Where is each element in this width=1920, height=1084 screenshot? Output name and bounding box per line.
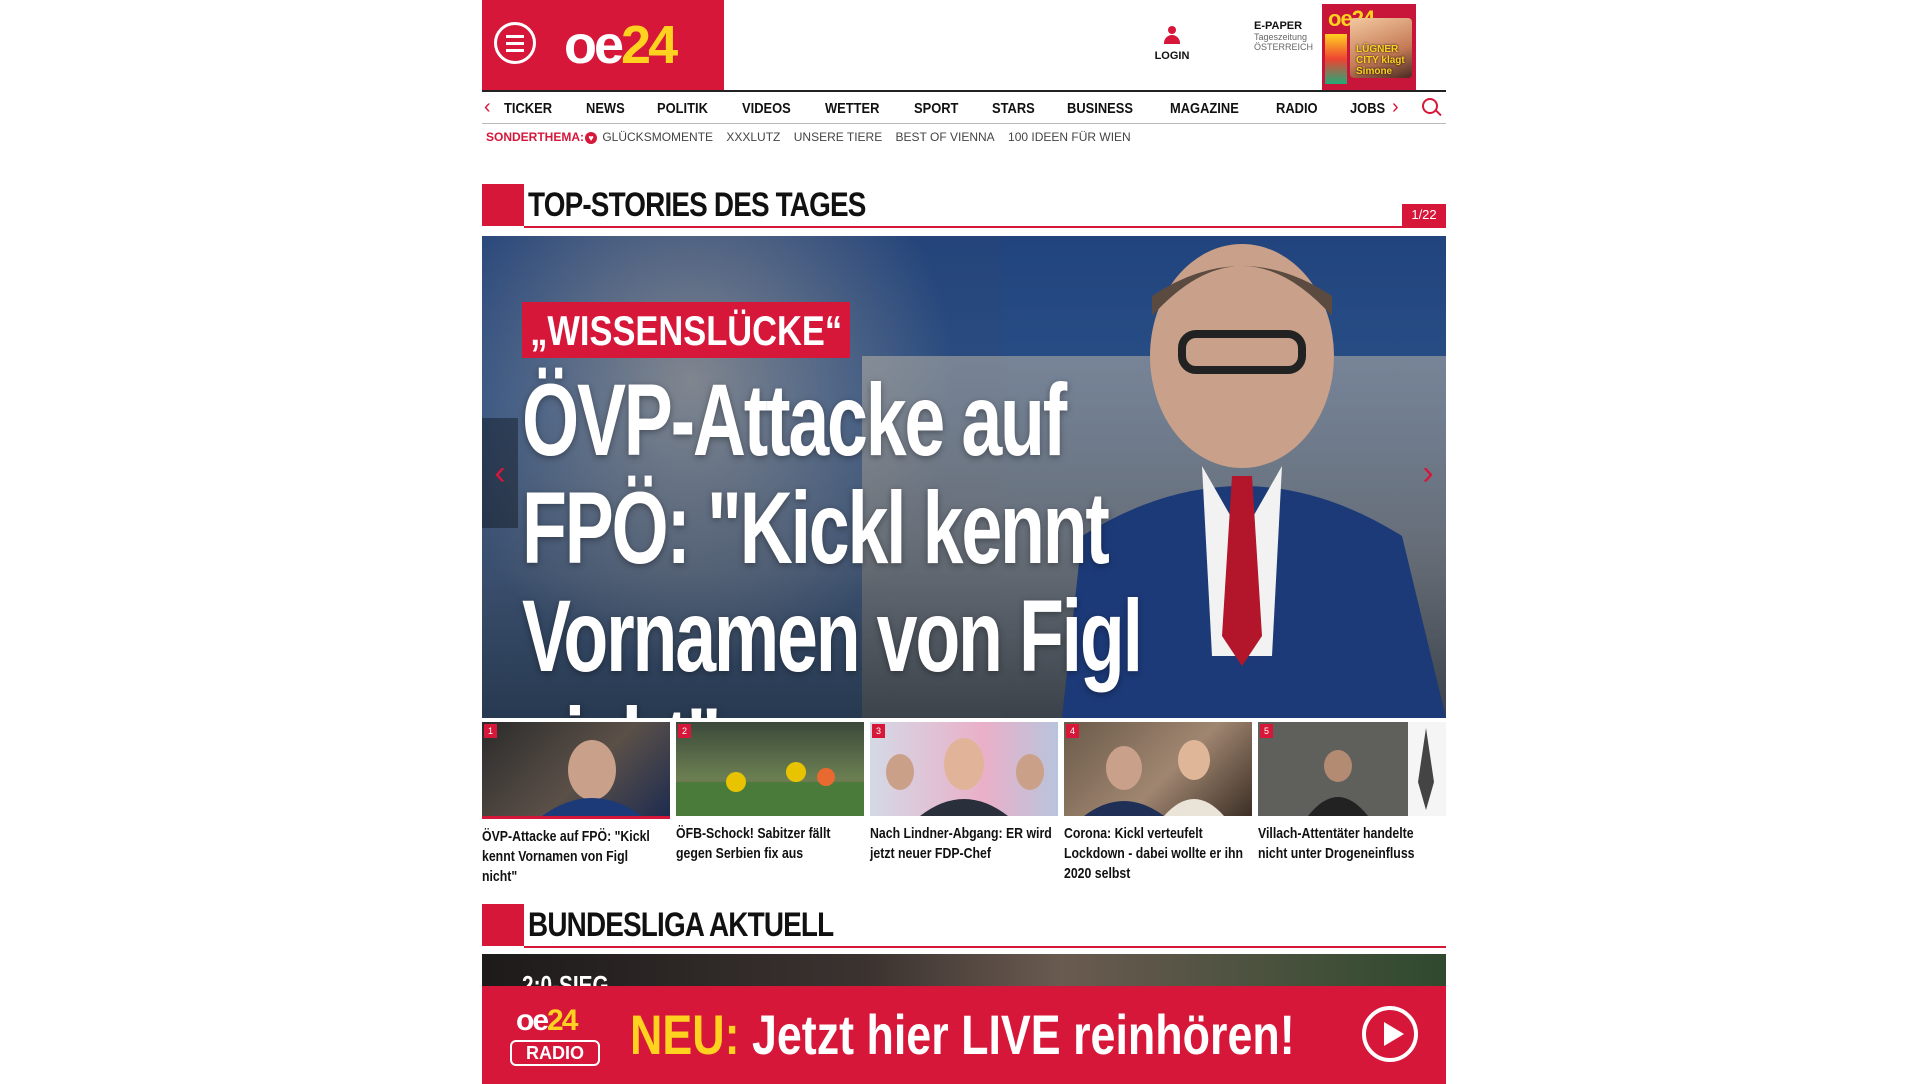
thumb-caption[interactable]: ÖVP-Attacke auf FPÖ: "Kickl kennt Vornam… [482, 827, 666, 887]
thumb-caption[interactable]: Villach-Attentäter handelte nicht unter … [1258, 824, 1442, 864]
search-icon[interactable] [1422, 98, 1438, 114]
epaper-sub2: ÖSTERREICH [1254, 42, 1314, 52]
thumb-image [1258, 722, 1446, 816]
nav-item-news[interactable]: NEWS [586, 100, 625, 117]
thumb-caption[interactable]: Nach Lindner-Abgang: ER wird jetzt neuer… [870, 824, 1054, 864]
nav-item-magazine[interactable]: MAGAZINE [1170, 100, 1239, 117]
epaper-sub1: Tageszeitung [1254, 32, 1308, 42]
thumb-number: 4 [1066, 724, 1079, 738]
epaper-cover-image[interactable]: oe24 LÜGNER CITY klagt Simone [1322, 4, 1416, 90]
hero-headline[interactable]: ÖVP-Attacke auf FPÖ: "Kickl kennt Vornam… [522, 366, 1242, 718]
slide-counter: 1/22 [1402, 204, 1446, 226]
hero-kicker: „WISSENSLÜCKE“ [522, 302, 851, 358]
radio-logo: oe24 RADIO [510, 1004, 600, 1070]
main-nav: ‹ TICKER NEWS POLITIK VIDEOS WETTER SPOR… [482, 90, 1446, 124]
special-topic-item[interactable]: 100 IDEEN FÜR WIEN [1008, 130, 1131, 144]
hero-slide[interactable]: „WISSENSLÜCKE“ ÖVP-Attacke auf FPÖ: "Kic… [482, 236, 1446, 718]
epaper-cover-headline: LÜGNER CITY klagt Simone [1356, 44, 1405, 77]
thumb-number: 3 [872, 724, 885, 738]
nav-item-stars[interactable]: STARS [992, 100, 1035, 117]
login-label: LOGIN [1154, 50, 1190, 62]
login-button[interactable]: LOGIN [1154, 26, 1190, 62]
nav-item-politik[interactable]: POLITIK [657, 100, 708, 117]
thumb-caption[interactable]: Corona: Kickl verteufelt Lockdown - dabe… [1064, 824, 1248, 884]
thumb-number: 1 [484, 724, 497, 738]
logo-box[interactable]: oe24 [482, 0, 724, 90]
special-topic-item[interactable]: GLÜCKSMOMENTE [602, 130, 713, 144]
special-topic-item[interactable]: BEST OF VIENNA [896, 130, 995, 144]
bundesliga-preview-text: 2:0-SIEG [522, 970, 609, 986]
slider-next-icon[interactable]: › [1410, 418, 1446, 528]
special-topic-label: SONDERTHEMA: [486, 130, 584, 144]
story-thumb[interactable]: 2 ÖFB-Schock! Sabitzer fällt gegen Serbi… [676, 722, 864, 864]
bundesliga-preview[interactable]: 2:0-SIEG [482, 954, 1446, 986]
slider-prev-icon[interactable]: ‹ [482, 418, 518, 528]
thumb-image [542, 740, 642, 816]
top-stories-heading: TOP-STORIES DES TAGES [482, 184, 1446, 228]
user-icon [1164, 26, 1180, 44]
nav-prev-arrow-icon[interactable]: ‹ [484, 96, 491, 119]
thumb-number: 5 [1260, 724, 1273, 738]
nav-item-sport[interactable]: SPORT [914, 100, 958, 117]
story-thumb[interactable]: 5 Villach-Attentäter handelte nicht unte… [1258, 722, 1446, 864]
thumb-image [676, 762, 864, 816]
radio-banner[interactable]: oe24 RADIO NEU: Jetzt hier LIVE reinhöre… [482, 986, 1446, 1084]
menu-icon[interactable] [494, 22, 536, 64]
nav-item-jobs[interactable]: JOBS [1350, 100, 1385, 117]
story-thumb[interactable]: 1 ÖVP-Attacke auf FPÖ: "Kickl kennt Vorn… [482, 722, 670, 887]
nav-item-ticker[interactable]: TICKER [504, 100, 552, 117]
story-thumbnails: 1 ÖVP-Attacke auf FPÖ: "Kickl kennt Vorn… [482, 722, 1446, 892]
thumb-image [1084, 740, 1224, 816]
thumb-caption[interactable]: ÖFB-Schock! Sabitzer fällt gegen Serbien… [676, 824, 860, 864]
radio-banner-text: NEU: Jetzt hier LIVE reinhören! [630, 1003, 1295, 1066]
nav-item-radio[interactable]: RADIO [1276, 100, 1318, 117]
nav-next-arrow-icon[interactable]: › [1392, 96, 1399, 119]
thumb-number: 2 [678, 724, 691, 738]
play-icon[interactable] [1362, 1006, 1418, 1062]
nav-item-videos[interactable]: VIDEOS [742, 100, 791, 117]
bundesliga-heading: BUNDESLIGA AKTUELL [482, 904, 1446, 948]
section-title: BUNDESLIGA AKTUELL [528, 906, 834, 944]
special-topic-item[interactable]: UNSERE TIERE [794, 130, 882, 144]
special-topic-item[interactable]: XXXLUTZ [726, 130, 780, 144]
thumb-image [886, 738, 1044, 816]
heart-icon: ♥ [585, 131, 597, 144]
story-thumb[interactable]: 4 Corona: Kickl verteufelt Lockdown - da… [1064, 722, 1252, 884]
site-logo[interactable]: oe24 [564, 10, 678, 80]
special-topics-bar: SONDERTHEMA: ♥ GLÜCKSMOMENTE XXXLUTZ UNSE… [486, 130, 1141, 144]
story-thumb[interactable]: 3 Nach Lindner-Abgang: ER wird jetzt neu… [870, 722, 1058, 864]
section-title: TOP-STORIES DES TAGES [528, 186, 866, 224]
nav-item-business[interactable]: BUSINESS [1067, 100, 1133, 117]
epaper-link[interactable]: E-PAPER Tageszeitung ÖSTERREICH [1254, 20, 1320, 52]
epaper-title: E-PAPER [1254, 20, 1303, 32]
nav-item-wetter[interactable]: WETTER [825, 100, 879, 117]
